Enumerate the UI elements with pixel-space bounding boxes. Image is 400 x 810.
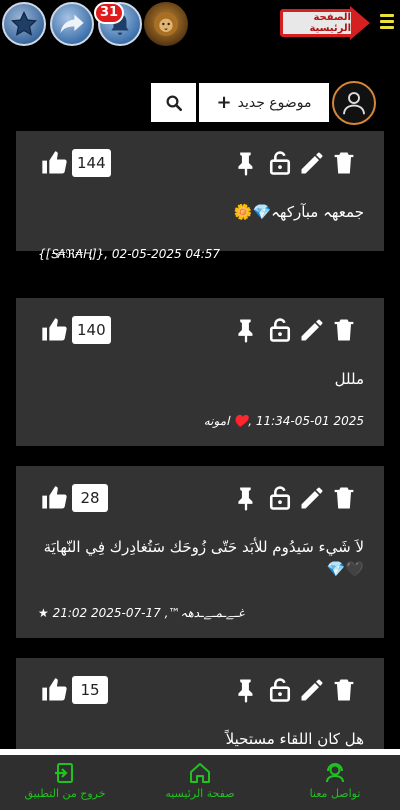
post-title[interactable]: مللل [38, 368, 364, 390]
home-nav-button[interactable]: صفحة الرئيسيه [145, 761, 255, 809]
star-icon[interactable] [2, 2, 46, 46]
post-title[interactable]: لاَ شَيء سَيدُوم للأبَد حَتّى زُوحَك سَت… [38, 536, 364, 580]
unlock-icon[interactable] [266, 316, 294, 344]
exit-icon [55, 763, 73, 783]
like-icon[interactable] [40, 149, 68, 177]
unlock-icon[interactable] [266, 484, 294, 512]
post-card[interactable]: 140 مللل 2025 11:34-05-01 ,♥️ امونه [16, 298, 384, 446]
new-topic-button[interactable]: موضوع جديد + [199, 83, 329, 122]
post-actions: 144 [16, 149, 384, 177]
unlock-icon[interactable] [266, 676, 294, 704]
hamburger-icon[interactable] [380, 14, 394, 32]
exit-app-label: خروج من التطبيق [24, 787, 106, 800]
post-actions: 15 [16, 676, 384, 704]
trash-icon[interactable] [330, 149, 358, 177]
exit-app-button[interactable]: خروج من التطبيق [10, 761, 120, 809]
like-count: 28 [72, 484, 108, 512]
pin-icon[interactable] [232, 676, 260, 704]
post-actions: 140 [16, 316, 384, 344]
user-avatar[interactable] [332, 81, 376, 125]
home-banner-label: الصفحة الرئيسية [280, 9, 354, 37]
edit-icon[interactable] [298, 676, 326, 704]
edit-icon[interactable] [298, 316, 326, 344]
unlock-icon[interactable] [266, 149, 294, 177]
new-topic-label: موضوع جديد [237, 94, 312, 111]
search-icon [166, 95, 182, 111]
post-actions: 28 [16, 484, 384, 512]
trash-icon[interactable] [330, 676, 358, 704]
like-icon[interactable] [40, 316, 68, 344]
like-icon[interactable] [40, 676, 68, 704]
like-count: 15 [72, 676, 108, 704]
post-card[interactable]: 28 لاَ شَيء سَيدُوم للأبَد حَتّى زُوحَك … [16, 466, 384, 638]
like-count: 140 [72, 316, 111, 344]
post-title[interactable]: جمعهہ مبآرکهہ💎🌼 [38, 201, 364, 223]
post-card[interactable]: 144 جمعهہ مبآرکهہ💎🌼 {[Ꭶ₳ℜ₳Ⱨ]}, 02-05-202… [16, 131, 384, 261]
lion-avatar-icon[interactable] [144, 2, 188, 46]
home-banner-button[interactable]: الصفحة الرئيسية [280, 6, 372, 40]
edit-icon[interactable] [298, 149, 326, 177]
contact-us-label: تواصل معنا [309, 787, 361, 800]
search-button[interactable] [151, 83, 196, 122]
top-header: 31 الصفحة الرئيسية [0, 0, 400, 48]
trash-icon[interactable] [330, 316, 358, 344]
post-title[interactable]: هل كان اللقاء مستحيلاً [38, 728, 364, 750]
pin-icon[interactable] [232, 484, 260, 512]
plus-icon: + [216, 92, 232, 113]
pin-icon[interactable] [232, 316, 260, 344]
post-meta: {[Ꭶ₳ℜ₳Ⱨ]}, 02-05-2025 04:57 [38, 247, 221, 261]
bottom-navigation: خروج من التطبيق صفحة الرئيسيه تواصل معنا [0, 749, 400, 810]
like-icon[interactable] [40, 484, 68, 512]
post-card[interactable]: 15 هل كان اللقاء مستحيلاً [16, 658, 384, 758]
post-meta: ★ غـﮯـمـﮯـدهہ™, 17-07-2025 21:02 [38, 606, 245, 620]
support-icon [326, 763, 344, 783]
share-icon[interactable] [50, 2, 94, 46]
contact-us-button[interactable]: تواصل معنا [280, 761, 390, 809]
home-icon [190, 763, 210, 783]
post-meta: 2025 11:34-05-01 ,♥️ امونه [203, 414, 364, 428]
trash-icon[interactable] [330, 484, 358, 512]
like-count: 144 [72, 149, 111, 177]
edit-icon[interactable] [298, 484, 326, 512]
home-nav-label: صفحة الرئيسيه [165, 787, 235, 800]
notification-count-badge: 31 [94, 2, 125, 24]
pin-icon[interactable] [232, 149, 260, 177]
